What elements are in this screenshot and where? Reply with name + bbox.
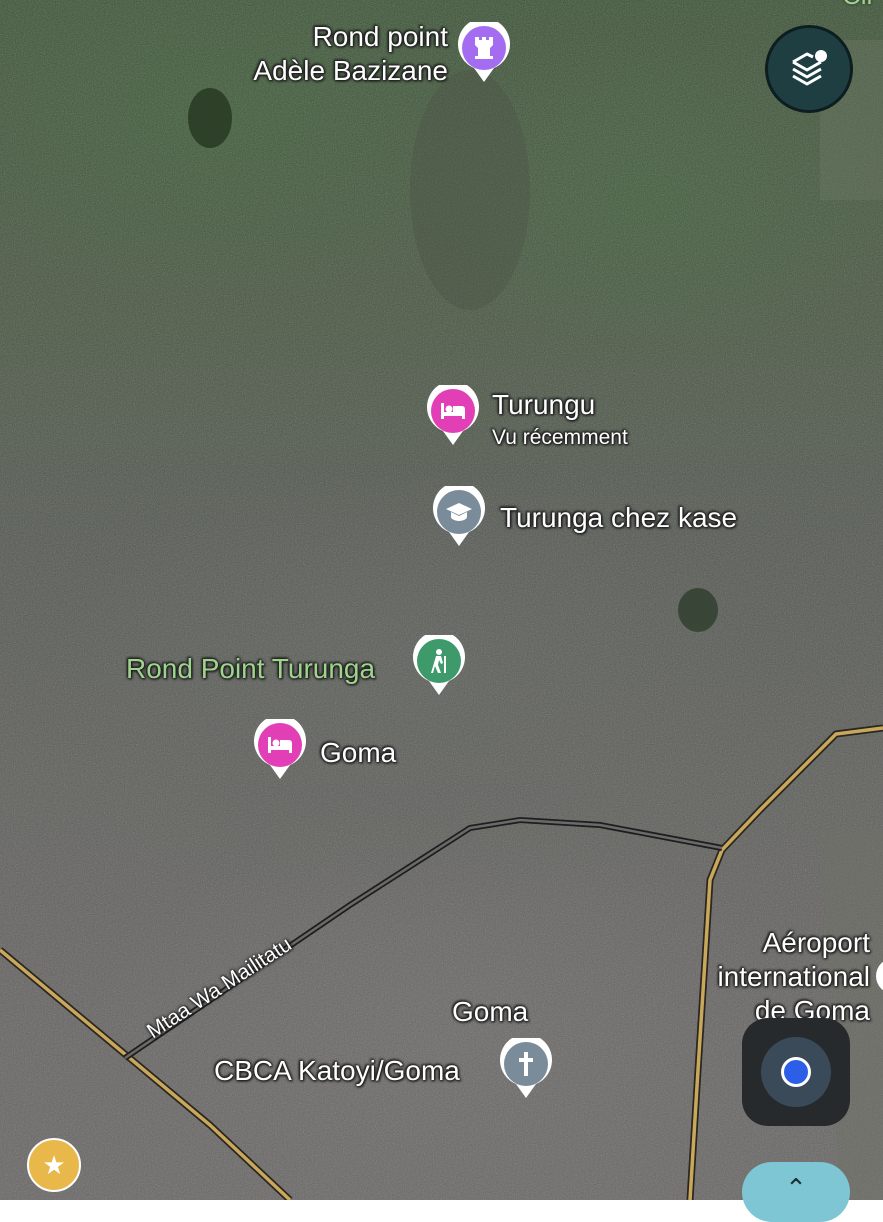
place-label-cbca-katoyi[interactable]: CBCA Katoyi/Goma [214,1054,460,1088]
place-label-line: Adèle Bazizane [253,55,448,86]
school-pin[interactable] [433,486,485,546]
place-label-line: international [717,961,870,992]
bed-icon [254,719,306,771]
church-pin[interactable] [500,1038,552,1098]
hiking-icon [413,635,465,687]
satellite-map[interactable]: Mtaa Wa Mailitatu Cir Rond point Adèle B… [0,0,883,1200]
chevron-up-icon: ⌃ [785,1172,807,1203]
monument-pin[interactable] [458,22,510,82]
park-pin[interactable] [413,635,465,695]
hotel-pin[interactable] [427,385,479,445]
saved-place-button[interactable]: ★ [27,1138,81,1192]
graduation-cap-icon [433,486,485,538]
layers-icon [792,50,827,86]
tower-icon [458,22,510,74]
hotel-pin[interactable] [254,719,306,779]
place-label-line: Rond point [312,21,448,52]
star-icon: ★ [42,1149,66,1180]
my-location-icon [761,1037,831,1107]
layers-button[interactable] [765,25,853,113]
place-label-line: Aéroport [762,927,870,958]
place-label-airport[interactable]: Aéroport international de Goma [690,926,870,1028]
expand-sheet-button[interactable]: ⌃ [742,1162,850,1222]
place-label-goma-hotel[interactable]: Goma [320,736,396,770]
bed-icon [427,385,479,437]
place-label-turunga-chez-kase[interactable]: Turunga chez kase [500,501,737,535]
cross-icon [500,1038,552,1090]
place-subtitle-recent: Vu récemment [492,426,628,449]
map-label-partial: Cir [842,0,875,11]
my-location-button[interactable] [742,1018,850,1126]
place-label-rond-point-turunga[interactable]: Rond Point Turunga [126,652,375,686]
place-label-rond-point-adele[interactable]: Rond point Adèle Bazizane [230,20,448,88]
city-label-goma[interactable]: Goma [452,995,528,1029]
place-label-turungu[interactable]: Turungu [492,388,595,422]
